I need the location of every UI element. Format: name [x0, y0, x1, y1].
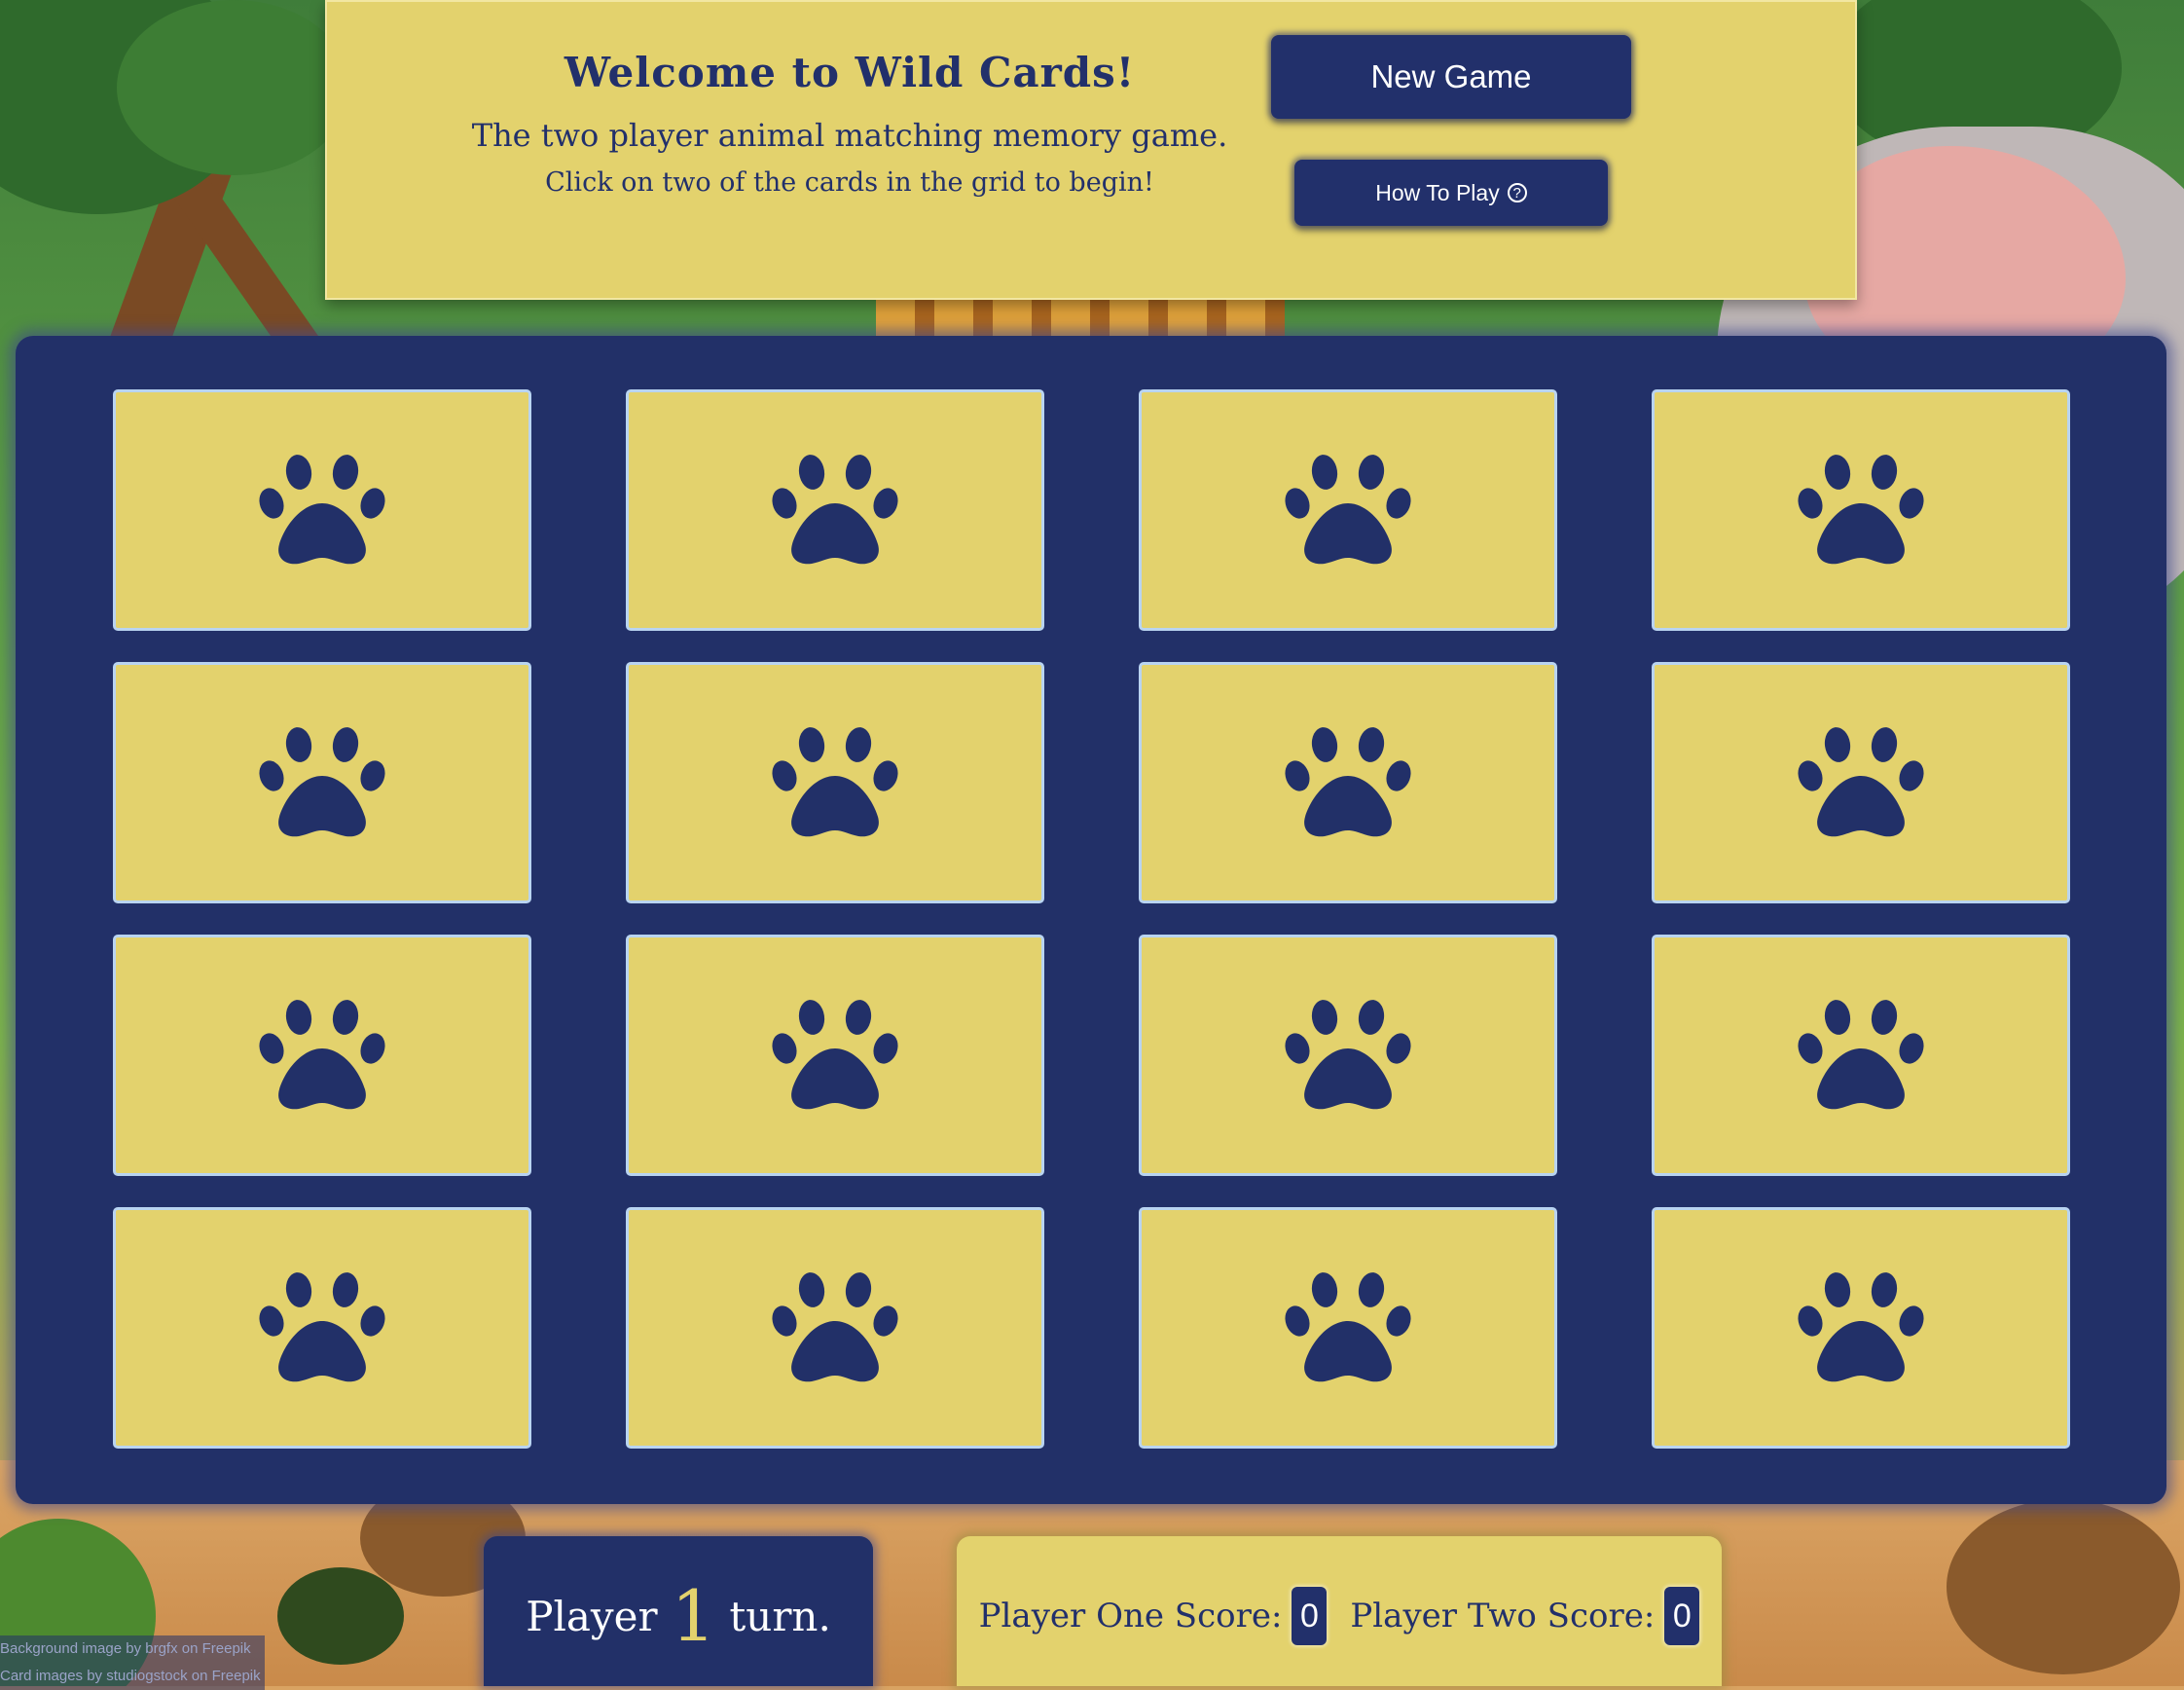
- turn-indicator: Player 1 turn.: [484, 1536, 873, 1686]
- player-one-score: Player One Score: 0: [979, 1587, 1328, 1645]
- memory-card[interactable]: [1652, 935, 2070, 1176]
- memory-card[interactable]: [113, 935, 531, 1176]
- memory-card[interactable]: [1139, 935, 1557, 1176]
- welcome-title: Welcome to Wild Cards!: [564, 49, 1136, 96]
- paw-print-icon: [1285, 1000, 1411, 1110]
- memory-card[interactable]: [1652, 1207, 2070, 1449]
- paw-print-icon: [772, 1000, 898, 1110]
- how-to-play-label: How To Play: [1375, 179, 1500, 205]
- paw-print-icon: [772, 1272, 898, 1382]
- paw-print-icon: [1285, 455, 1411, 565]
- paw-print-icon: [1798, 1272, 1924, 1382]
- how-to-play-button[interactable]: How To Play ?: [1294, 160, 1608, 226]
- paw-print-icon: [1798, 727, 1924, 837]
- background-credit: Background image by brgfx on Freepik: [0, 1640, 251, 1657]
- memory-card[interactable]: [626, 1207, 1044, 1449]
- player-one-score-value: 0: [1292, 1587, 1328, 1645]
- paw-print-icon: [259, 455, 385, 565]
- memory-card[interactable]: [1139, 389, 1557, 631]
- credits: Background image by brgfx on Freepik Car…: [0, 1635, 265, 1690]
- paw-print-icon: [1798, 455, 1924, 565]
- player-two-score: Player Two Score: 0: [1350, 1587, 1700, 1645]
- welcome-hint: Click on two of the cards in the grid to…: [545, 167, 1154, 198]
- turn-player-number: 1: [671, 1575, 716, 1657]
- paw-print-icon: [259, 727, 385, 837]
- welcome-subtitle: The two player animal matching memory ga…: [471, 117, 1228, 154]
- memory-card[interactable]: [1139, 1207, 1557, 1449]
- new-game-button[interactable]: New Game: [1271, 35, 1631, 119]
- new-game-label: New Game: [1370, 58, 1532, 94]
- paw-print-icon: [772, 455, 898, 565]
- question-circle-icon: ?: [1507, 183, 1527, 202]
- header-panel: Welcome to Wild Cards! The two player an…: [325, 0, 1857, 300]
- memory-card[interactable]: [1652, 389, 2070, 631]
- paw-print-icon: [772, 727, 898, 837]
- paw-print-icon: [1285, 727, 1411, 837]
- paw-print-icon: [259, 1272, 385, 1382]
- memory-card[interactable]: [113, 389, 531, 631]
- player-two-score-label: Player Two Score:: [1350, 1597, 1656, 1635]
- memory-card[interactable]: [1139, 662, 1557, 903]
- memory-card[interactable]: [1652, 662, 2070, 903]
- turn-suffix: turn.: [729, 1592, 831, 1640]
- memory-card[interactable]: [113, 1207, 531, 1449]
- paw-print-icon: [1285, 1272, 1411, 1382]
- memory-card[interactable]: [626, 935, 1044, 1176]
- turn-prefix: Player: [526, 1592, 658, 1640]
- player-one-score-label: Player One Score:: [978, 1597, 1283, 1635]
- paw-print-icon: [259, 1000, 385, 1110]
- memory-card[interactable]: [113, 662, 531, 903]
- game-board: [16, 336, 2166, 1504]
- paw-print-icon: [1798, 1000, 1924, 1110]
- memory-card[interactable]: [626, 389, 1044, 631]
- memory-card[interactable]: [626, 662, 1044, 903]
- score-panel: Player One Score: 0 Player Two Score: 0: [957, 1536, 1722, 1686]
- player-two-score-value: 0: [1664, 1587, 1700, 1645]
